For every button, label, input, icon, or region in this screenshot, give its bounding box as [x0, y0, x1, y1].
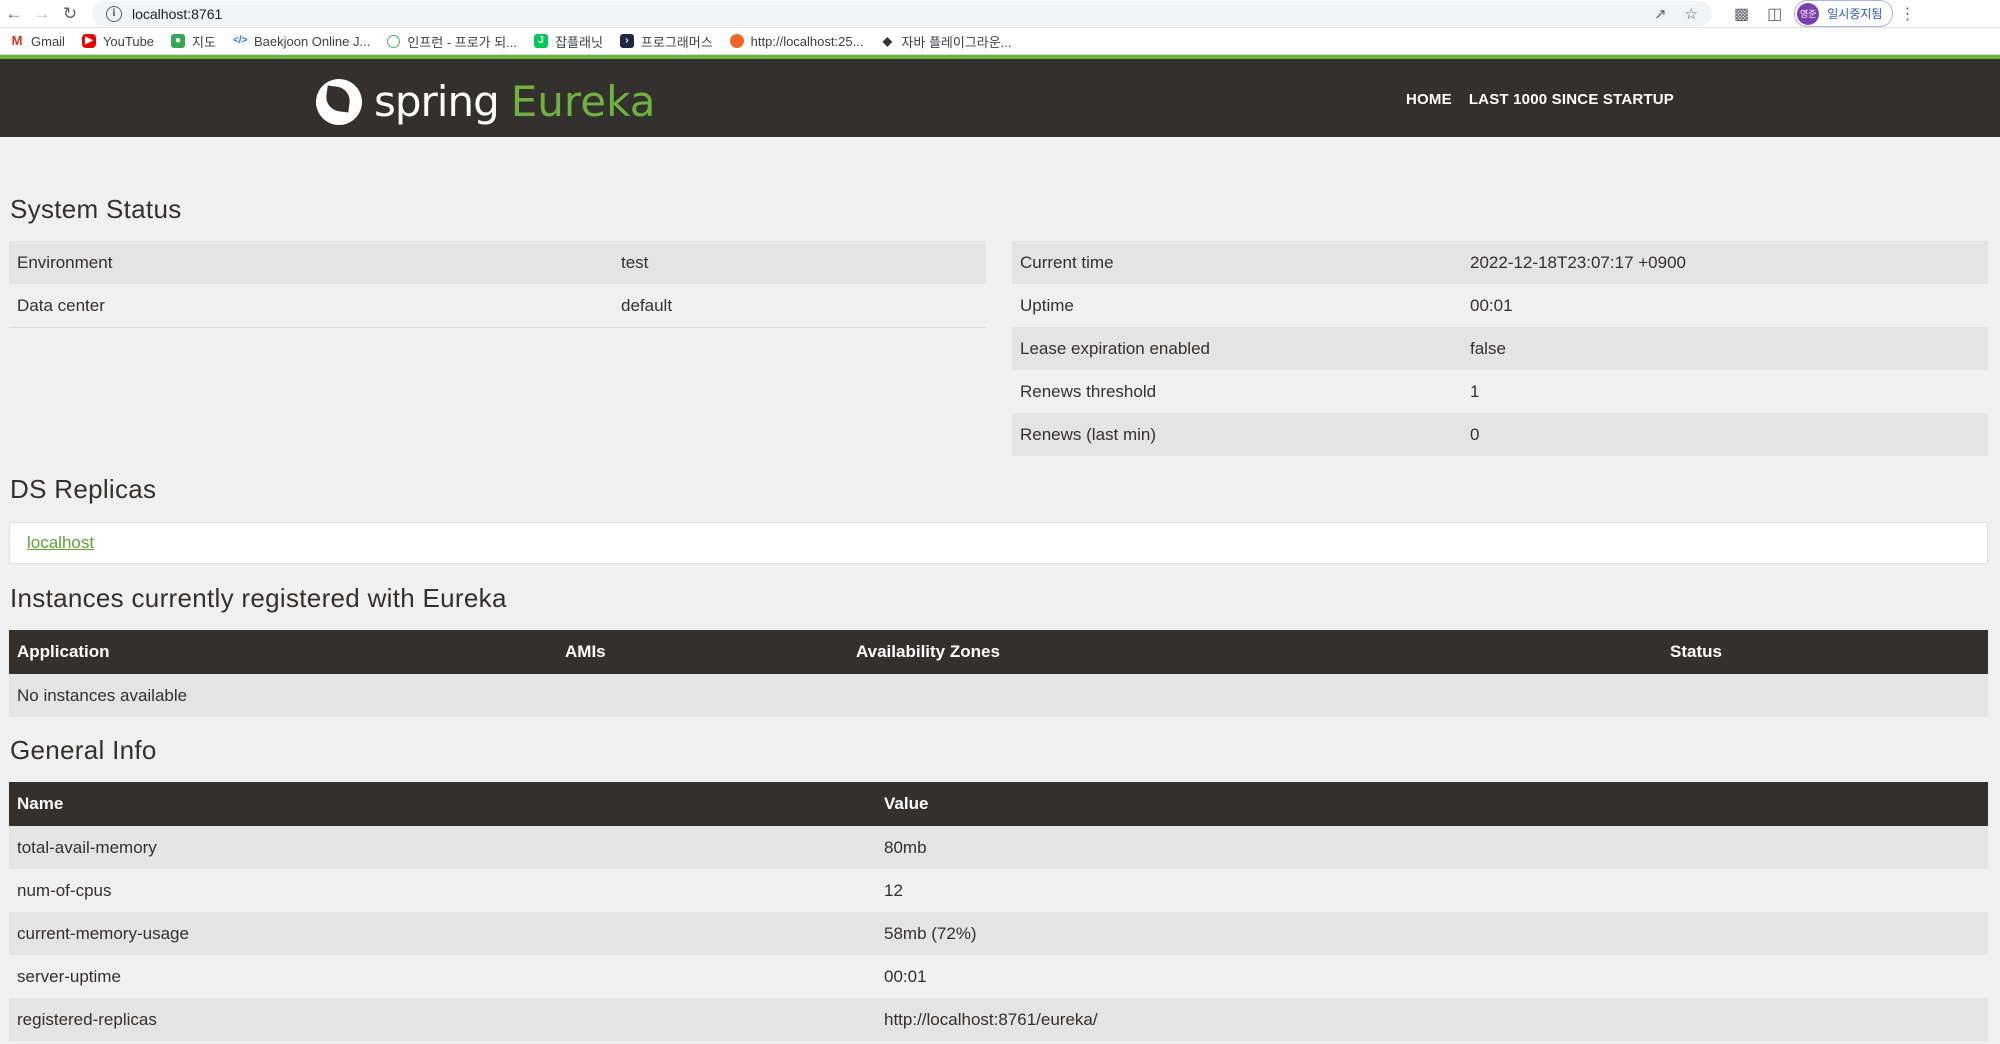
status-key: Uptime — [1012, 284, 1462, 327]
info-value: 58mb (72%) — [876, 912, 1988, 955]
info-name: current-memory-usage — [9, 912, 876, 955]
status-key: Current time — [1012, 241, 1462, 284]
ds-replicas-list: localhost — [9, 522, 1988, 564]
bookmark-youtube[interactable]: ▶ YouTube — [81, 34, 154, 49]
info-name: server-uptime — [9, 955, 876, 998]
url-text[interactable]: localhost:8761 — [132, 6, 222, 22]
info-value: 00:01 — [876, 955, 1988, 998]
general-info-heading: General Info — [10, 735, 157, 765]
table-row: Renews threshold 1 — [1012, 370, 1988, 413]
empty-instances-message: No instances available — [9, 674, 1988, 717]
browser-toolbar: ← → ↻ i localhost:8761 ↗ ☆ ▩ ◫ 영준 일시중지됨 … — [0, 0, 2000, 28]
bookmark-jobplanet[interactable]: J 잡플래닛 — [534, 32, 603, 51]
system-status-left-table: Environment test Data center default — [9, 241, 986, 328]
bookmark-inflearn[interactable]: 인프런 - 프로가 되... — [387, 32, 517, 51]
status-value: 1 — [1462, 370, 1988, 413]
programmers-icon: › — [619, 34, 634, 48]
status-value: false — [1462, 327, 1988, 370]
table-row: Renews (last min) 0 — [1012, 413, 1988, 456]
bookmark-star-icon[interactable]: ☆ — [1685, 5, 1698, 23]
youtube-icon: ▶ — [81, 34, 96, 48]
status-key: Renews threshold — [1012, 370, 1462, 413]
system-status-right-table: Current time 2022-12-18T23:07:17 +0900 U… — [1012, 241, 1988, 456]
menu-kebab-icon[interactable]: ⋮ — [1899, 4, 1915, 24]
brand-eureka-text: Eureka — [510, 77, 656, 126]
status-key: Renews (last min) — [1012, 413, 1462, 456]
info-value: 80mb — [876, 826, 1988, 869]
brand-spring-text: spring — [374, 77, 500, 126]
table-row: Lease expiration enabled false — [1012, 327, 1988, 370]
status-value: default — [613, 284, 986, 328]
col-status: Status — [1662, 630, 1988, 674]
nav-last-1000-link[interactable]: LAST 1000 SINCE STARTUP — [1469, 91, 1674, 108]
table-row: No instances available — [9, 674, 1988, 717]
bookmark-localhost[interactable]: http://localhost:25... — [729, 34, 863, 49]
nav-links: HOME LAST 1000 SINCE STARTUP — [1406, 91, 1674, 108]
table-row: server-uptime 00:01 — [9, 955, 1988, 998]
status-value: 00:01 — [1462, 284, 1988, 327]
code-icon: </> — [232, 34, 248, 48]
table-row: registered-replicas http://localhost:876… — [9, 998, 1988, 1041]
bookmark-maps[interactable]: ● 지도 — [171, 32, 216, 51]
nav-home-link[interactable]: HOME — [1406, 91, 1452, 108]
instances-table: Application AMIs Availability Zones Stat… — [9, 630, 1988, 717]
bookmark-baekjoon[interactable]: </> Baekjoon Online J... — [232, 34, 370, 49]
table-header-row: Name Value — [9, 782, 1988, 826]
table-row: num-of-cpus 12 — [9, 869, 1988, 912]
bookmark-gmail[interactable]: M Gmail — [10, 34, 65, 49]
ds-replicas-heading: DS Replicas — [10, 474, 157, 504]
status-key: Data center — [9, 284, 613, 328]
localhost-icon — [729, 34, 744, 48]
info-name: total-avail-memory — [9, 826, 876, 869]
maps-icon: ● — [171, 34, 186, 48]
status-key: Environment — [9, 241, 613, 284]
col-application: Application — [9, 630, 557, 674]
bookmark-programmers[interactable]: › 프로그래머스 — [619, 32, 713, 51]
col-amis: AMIs — [557, 630, 848, 674]
reload-icon[interactable]: ↻ — [56, 0, 84, 27]
info-name: num-of-cpus — [9, 869, 876, 912]
table-row: current-memory-usage 58mb (72%) — [9, 912, 1988, 955]
status-value: 2022-12-18T23:07:17 +0900 — [1462, 241, 1988, 284]
general-info-table: Name Value total-avail-memory 80mb num-o… — [9, 782, 1988, 1041]
status-key: Lease expiration enabled — [1012, 327, 1462, 370]
instances-heading: Instances currently registered with Eure… — [10, 583, 507, 613]
bookmark-java-playground[interactable]: ◆ 자바 플레이그라운... — [880, 32, 1012, 51]
profile-button[interactable]: 영준 일시중지됨 — [1794, 0, 1894, 27]
forward-arrow-icon[interactable]: → — [28, 0, 56, 27]
table-row: total-avail-memory 80mb — [9, 826, 1988, 869]
status-value: test — [613, 241, 986, 284]
inflearn-icon — [387, 34, 401, 48]
back-arrow-icon[interactable]: ← — [0, 0, 28, 27]
bookmarks-bar: M Gmail ▶ YouTube ● 지도 </> Baekjoon Online J… — [0, 28, 2000, 55]
table-row: Uptime 00:01 — [1012, 284, 1988, 327]
info-name: registered-replicas — [9, 998, 876, 1041]
table-row: Environment test — [9, 241, 986, 284]
extensions-puzzle-icon[interactable]: ▩ — [1734, 4, 1749, 24]
brand-logo[interactable]: spring Eureka — [316, 77, 655, 126]
gmail-icon: M — [10, 33, 24, 48]
col-value: Value — [876, 782, 1988, 826]
system-status-heading: System Status — [10, 194, 182, 224]
info-value: 12 — [876, 869, 1988, 912]
info-value: http://localhost:8761/eureka/ — [876, 998, 1988, 1041]
status-value: 0 — [1462, 413, 1988, 456]
side-panel-icon[interactable]: ◫ — [1767, 4, 1782, 24]
profile-status-label: 일시중지됨 — [1827, 7, 1883, 21]
col-availability-zones: Availability Zones — [848, 630, 1662, 674]
table-row: Data center default — [9, 284, 986, 328]
java-icon: ◆ — [880, 34, 895, 48]
address-bar[interactable]: i localhost:8761 ↗ ☆ — [92, 1, 1712, 26]
site-info-icon[interactable]: i — [106, 5, 122, 22]
eureka-navbar: spring Eureka HOME LAST 1000 SINCE START… — [0, 59, 2000, 137]
col-name: Name — [9, 782, 876, 826]
table-header-row: Application AMIs Availability Zones Stat… — [9, 630, 1988, 674]
spring-leaf-icon — [316, 78, 362, 125]
replica-link-localhost[interactable]: localhost — [27, 533, 94, 553]
share-icon[interactable]: ↗ — [1654, 5, 1667, 23]
jobplanet-icon: J — [534, 34, 549, 48]
table-row: Current time 2022-12-18T23:07:17 +0900 — [1012, 241, 1988, 284]
avatar: 영준 — [1797, 2, 1820, 25]
